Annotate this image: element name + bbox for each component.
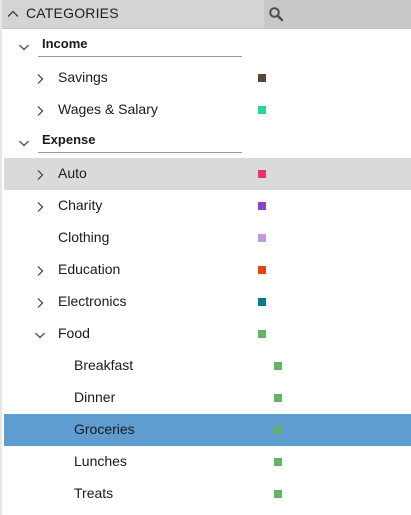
tree-item-label: Groceries: [74, 421, 135, 437]
tree-item-label: Savings: [58, 69, 108, 85]
tree-item-charity[interactable]: Charity: [4, 190, 411, 222]
color-swatch: [274, 458, 282, 466]
tree-item-label: Wages & Salary: [58, 101, 158, 117]
tree-item-treats[interactable]: Treats: [4, 478, 411, 510]
color-swatch: [274, 426, 282, 434]
group-divider: [38, 152, 242, 153]
tree-item-auto[interactable]: Auto: [4, 158, 411, 190]
color-swatch: [258, 74, 266, 82]
color-swatch: [258, 202, 266, 210]
group-label: Expense: [42, 132, 96, 147]
color-swatch: [258, 106, 266, 114]
tree-item-label: Clothing: [58, 229, 110, 245]
color-swatch: [274, 362, 282, 370]
chevron-down-icon[interactable]: [18, 136, 30, 148]
color-swatch: [274, 394, 282, 402]
chevron-right-icon[interactable]: [34, 200, 46, 212]
chevron-right-icon[interactable]: [34, 264, 46, 276]
color-swatch: [258, 266, 266, 274]
tree-item-wages-salary[interactable]: Wages & Salary: [4, 94, 411, 126]
chevron-down-icon[interactable]: [34, 328, 46, 340]
tree-item-food[interactable]: Food: [4, 318, 411, 350]
chevron-right-icon[interactable]: [34, 168, 46, 180]
color-swatch: [258, 170, 266, 178]
tree-item-label: Education: [58, 261, 121, 277]
categories-panel: CATEGORIES Income Savings Wages & Salary: [0, 0, 411, 515]
group-label: Income: [42, 36, 88, 51]
tree-item-breakfast[interactable]: Breakfast: [4, 350, 411, 382]
color-swatch: [258, 330, 266, 338]
chevron-right-icon[interactable]: [34, 104, 46, 116]
search-button[interactable]: [264, 0, 411, 28]
group-income[interactable]: Income: [4, 30, 411, 62]
tree-item-groceries[interactable]: Groceries: [4, 414, 411, 446]
color-swatch: [274, 490, 282, 498]
group-expense[interactable]: Expense: [4, 126, 411, 158]
categories-header: CATEGORIES: [2, 0, 411, 29]
panel-title: CATEGORIES: [26, 5, 119, 21]
tree-item-lunches[interactable]: Lunches: [4, 446, 411, 478]
chevron-right-icon[interactable]: [34, 72, 46, 84]
tree-item-label: Treats: [74, 485, 114, 501]
chevron-up-icon[interactable]: [6, 7, 20, 21]
tree-item-label: Dinner: [74, 389, 116, 405]
tree-item-label: Charity: [58, 197, 103, 213]
tree-item-label: Food: [58, 325, 90, 341]
tree-item-savings[interactable]: Savings: [4, 62, 411, 94]
tree-item-education[interactable]: Education: [4, 254, 411, 286]
chevron-down-icon[interactable]: [18, 40, 30, 52]
color-swatch: [258, 234, 266, 242]
tree-item-label: Lunches: [74, 453, 127, 469]
chevron-right-icon[interactable]: [34, 296, 46, 308]
search-icon: [268, 6, 284, 22]
tree-item-label: Auto: [58, 165, 87, 181]
group-divider: [38, 56, 242, 57]
tree-item-label: Breakfast: [74, 357, 134, 373]
tree-item-clothing[interactable]: Clothing: [4, 222, 411, 254]
tree-item-dinner[interactable]: Dinner: [4, 382, 411, 414]
color-swatch: [258, 298, 266, 306]
tree-item-electronics[interactable]: Electronics: [4, 286, 411, 318]
tree-item-label: Electronics: [58, 293, 127, 309]
